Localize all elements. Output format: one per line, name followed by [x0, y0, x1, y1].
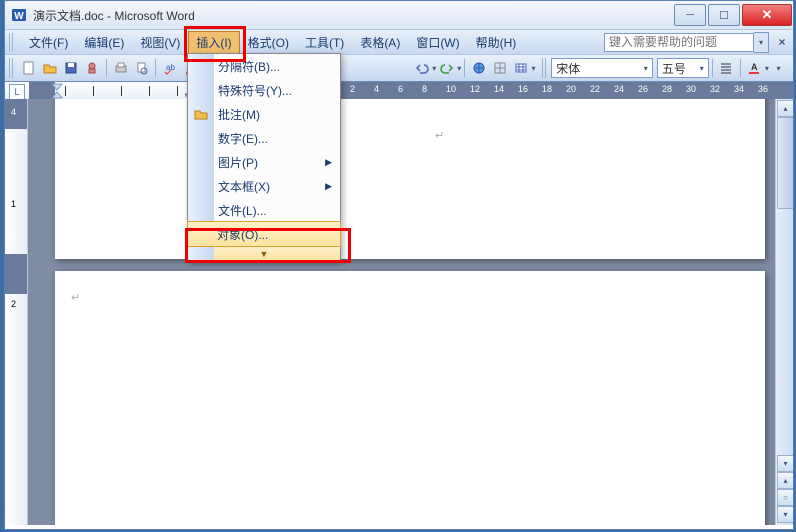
menu-item-symbol[interactable]: , 特殊符号(Y)... — [188, 78, 340, 102]
menu-help[interactable]: 帮助(H) — [468, 31, 525, 54]
document-page-2[interactable]: ↵ — [55, 271, 765, 525]
titlebar: W 演示文档.doc - Microsoft Word ─ ☐ ✕ — [5, 1, 793, 30]
word-icon: W — [11, 7, 27, 23]
insert-table-button[interactable] — [511, 58, 530, 78]
menu-view[interactable]: 视图(V) — [132, 31, 188, 54]
hyperlink-button[interactable] — [469, 58, 488, 78]
menu-item-number[interactable]: 数字(E)... — [188, 126, 340, 150]
align-justify-button[interactable] — [717, 58, 736, 78]
menu-item-file[interactable]: 文件(L)... — [188, 198, 340, 222]
menu-format[interactable]: 格式(O) — [240, 31, 297, 54]
paragraph-mark-icon: ↵ — [435, 129, 444, 142]
vertical-scrollbar[interactable]: ▴ ▾ ▴ ○ ▾ — [775, 99, 793, 525]
menu-insert[interactable]: 插入(I) — [188, 31, 239, 54]
next-page-button[interactable]: ▾ — [777, 506, 793, 523]
menu-file[interactable]: 文件(F) — [21, 31, 76, 54]
menu-item-object[interactable]: 对象(O)... — [187, 221, 341, 247]
maximize-button[interactable]: ☐ — [708, 4, 740, 26]
window-title: 演示文档.doc - Microsoft Word — [33, 7, 673, 24]
svg-text:A: A — [751, 62, 758, 72]
close-button[interactable]: ✕ — [742, 4, 792, 26]
open-button[interactable] — [41, 58, 60, 78]
insert-menu-dropdown: 分隔符(B)... , 特殊符号(Y)... 批注(M) 数字(E)... 图片… — [187, 53, 341, 262]
menu-table[interactable]: 表格(A) — [352, 31, 408, 54]
permission-button[interactable] — [83, 58, 102, 78]
submenu-arrow-icon: ▶ — [325, 181, 332, 192]
menu-item-picture[interactable]: 图片(P)▶ — [188, 150, 340, 174]
redo-button[interactable] — [437, 58, 456, 78]
menubar-grip[interactable] — [9, 33, 15, 51]
help-search-dropdown[interactable]: ▾ — [754, 32, 769, 53]
scroll-thumb[interactable] — [777, 117, 793, 209]
menu-edit[interactable]: 编辑(E) — [76, 31, 132, 54]
document-page[interactable]: ↵ — [55, 99, 765, 259]
paragraph-mark-icon: ↵ — [71, 291, 80, 304]
toolbar-grip[interactable] — [9, 58, 15, 78]
new-doc-button[interactable] — [20, 58, 39, 78]
toolbar-options-button[interactable]: ▾ — [769, 58, 788, 78]
undo-button[interactable] — [412, 58, 431, 78]
help-search-input[interactable] — [604, 33, 754, 52]
browse-object-button[interactable]: ○ — [777, 489, 793, 506]
toolbar2-grip[interactable] — [542, 58, 548, 78]
font-name-select[interactable]: 宋体▾ — [551, 58, 653, 78]
menu-item-textbox[interactable]: 文本框(X)▶ — [188, 174, 340, 198]
menu-item-comment[interactable]: 批注(M) — [188, 102, 340, 126]
scroll-up-button[interactable]: ▴ — [777, 100, 793, 117]
menu-item-break[interactable]: 分隔符(B)... — [188, 54, 340, 78]
previous-page-button[interactable]: ▴ — [777, 472, 793, 489]
comment-icon — [193, 106, 209, 122]
menu-window[interactable]: 窗口(W) — [408, 31, 467, 54]
spelling-button[interactable]: ab — [160, 58, 179, 78]
document-area: 42112 ↵ ↵ ▴ ▾ ▴ ○ ▾ — [5, 99, 793, 525]
submenu-arrow-icon: ▶ — [325, 157, 332, 168]
svg-text:W: W — [14, 11, 24, 22]
toolbar: ab ▾ ▾ ▾ 宋体▾ 五号▾ A ▾ ▾ — [5, 55, 793, 82]
font-color-button[interactable]: A — [745, 58, 764, 78]
menu-tools[interactable]: 工具(T) — [297, 31, 352, 54]
save-button[interactable] — [62, 58, 81, 78]
symbol-icon: , — [178, 82, 194, 98]
menubar-close-icon[interactable]: × — [775, 35, 789, 49]
font-size-select[interactable]: 五号▾ — [657, 58, 709, 78]
menubar: 文件(F) 编辑(E) 视图(V) 插入(I) 格式(O) 工具(T) 表格(A… — [5, 30, 793, 55]
vertical-ruler[interactable]: 42112 — [5, 99, 28, 525]
tables-borders-button[interactable] — [490, 58, 509, 78]
scroll-down-button[interactable]: ▾ — [777, 455, 793, 472]
first-line-indent-marker[interactable] — [51, 83, 65, 99]
minimize-button[interactable]: ─ — [674, 4, 706, 26]
print-preview-button[interactable] — [132, 58, 151, 78]
tab-selector[interactable]: L — [9, 84, 25, 100]
print-button[interactable] — [111, 58, 130, 78]
